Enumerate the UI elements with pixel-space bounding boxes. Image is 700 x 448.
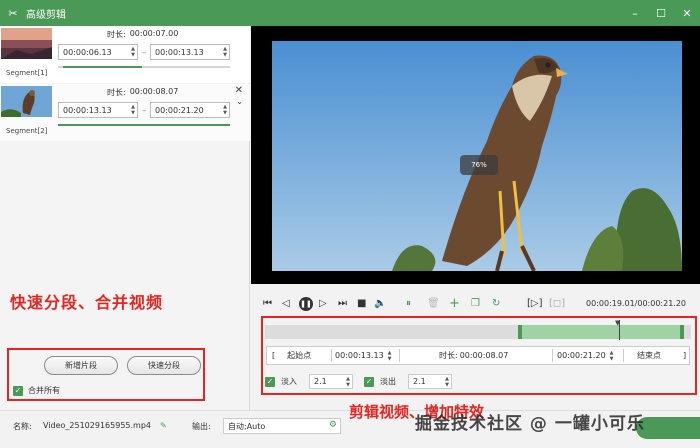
crop-icon[interactable]: [◻] xyxy=(549,297,565,311)
range-dash: – xyxy=(142,106,147,116)
segment-thumbnail xyxy=(1,28,52,59)
video-preview[interactable]: 76% xyxy=(251,26,700,284)
zoom-indicator: 76% xyxy=(460,155,498,175)
step-back-icon[interactable]: ◁ xyxy=(282,297,290,311)
fade-in-label: 淡入 xyxy=(281,377,297,386)
segment-label: Segment[2] xyxy=(6,127,48,135)
segment-item[interactable]: Segment[2] 时长: 00:00:08.07 00:00:13.13 ▲ ▼ … xyxy=(0,84,250,141)
segment-end-time[interactable]: 00:00:13.13 ▲ ▼ xyxy=(150,44,230,60)
output-label: 输出: xyxy=(192,422,211,431)
window-controls: – ☐ ✕ xyxy=(628,0,694,26)
fade-in-input[interactable]: 2.1 ▲ ▼ xyxy=(309,374,353,389)
annotation-text: 快速分段、合并视频 xyxy=(10,293,164,312)
chevron-down-icon[interactable]: ⌄ xyxy=(236,97,243,106)
fade-in-checkbox[interactable]: ✓ xyxy=(265,376,275,387)
range-dash: – xyxy=(142,48,147,58)
fade-in-control[interactable]: ✓ 淡入 2.1 ▲ ▼ xyxy=(265,374,353,389)
segment-duration: 时长: 00:00:08.07 xyxy=(107,87,179,97)
export-button[interactable] xyxy=(636,417,700,439)
scissors-icon: ✂ xyxy=(8,6,18,20)
maximize-button[interactable]: ☐ xyxy=(654,7,668,20)
merge-all-checkbox[interactable]: ✓ xyxy=(13,385,23,396)
file-name: Video_251029165955.mp4 xyxy=(43,421,151,430)
segment-start-time[interactable]: 00:00:13.13 ▲ ▼ xyxy=(58,102,138,118)
start-point-button[interactable]: [起始点 xyxy=(272,347,311,364)
gear-icon[interactable]: ⚙ xyxy=(329,420,337,430)
step-forward-icon[interactable]: ▷ xyxy=(319,297,327,311)
add-icon[interactable]: + xyxy=(449,297,460,311)
merge-all-option[interactable]: ✓ 合并所有 xyxy=(13,385,60,396)
segment-item[interactable]: Segment[1] 时长: 00:00:07.00 00:00:06.13 ▲ ▼ … xyxy=(0,26,250,83)
close-icon[interactable]: ✕ xyxy=(235,85,243,96)
trim-selection[interactable] xyxy=(518,325,684,339)
title-bar: ✂ 高级剪辑 – ☐ ✕ xyxy=(0,0,700,26)
duration-display: 时长: 00:00:08.07 xyxy=(439,351,509,360)
segment-label: Segment[1] xyxy=(6,69,48,77)
copy-icon[interactable]: ❐ xyxy=(471,297,480,311)
segment-duration: 时长: 00:00:07.00 xyxy=(107,29,179,39)
skip-to-end-icon[interactable]: ⏭ xyxy=(338,297,347,311)
trash-icon[interactable]: 🗑 xyxy=(427,297,440,311)
segment-range-bar xyxy=(58,66,230,68)
fit-icon[interactable]: [▷] xyxy=(527,297,543,311)
end-point-button[interactable]: 结束点] xyxy=(637,347,686,364)
fade-out-input[interactable]: 2.1 ▲ ▼ xyxy=(408,374,452,389)
fade-out-label: 淡出 xyxy=(380,377,396,386)
output-path-field[interactable]: 自动;Auto ⚙ xyxy=(223,418,341,434)
segment-end-time[interactable]: 00:00:21.20 ▲ ▼ xyxy=(150,102,230,118)
split-icon[interactable]: ⏸ xyxy=(406,297,411,311)
fade-out-control[interactable]: ✓ 淡出 2.1 ▲ ▼ xyxy=(364,374,452,389)
playhead-marker-icon[interactable]: ▼ xyxy=(615,320,620,327)
skip-to-start-icon[interactable]: ⏮ xyxy=(263,297,272,311)
volume-icon[interactable]: 🔈 xyxy=(374,297,386,311)
reset-icon[interactable]: ↻ xyxy=(492,297,500,311)
range-editor: [起始点 00:00:13.13 ▲ ▼ 时长: 00:00:08.07 00:00:… xyxy=(266,346,690,365)
close-button[interactable]: ✕ xyxy=(680,7,694,20)
fade-out-checkbox[interactable]: ✓ xyxy=(364,376,374,387)
watermark-text: 掘金技术社区 @ 一罐小可乐 xyxy=(415,414,645,434)
pause-icon[interactable]: ❚❚ xyxy=(299,297,313,311)
minimize-button[interactable]: – xyxy=(628,7,642,20)
segment-start-time[interactable]: 00:00:06.13 ▲ ▼ xyxy=(58,44,138,60)
segment-thumbnail xyxy=(1,86,52,117)
trim-timeline[interactable] xyxy=(265,325,691,339)
quick-split-button[interactable]: 快速分段 xyxy=(127,356,201,375)
new-segment-button[interactable]: 新增片段 xyxy=(44,356,118,375)
name-label: 名称: xyxy=(13,422,32,431)
end-time-field[interactable]: 00:00:21.20 ▲ ▼ xyxy=(557,347,614,364)
window-title: 高级剪辑 xyxy=(26,9,66,21)
playback-time: 00:00:19.01/00:00:21.20 xyxy=(586,299,686,308)
start-time-field[interactable]: 00:00:13.13 ▲ ▼ xyxy=(335,347,392,364)
stop-icon[interactable]: ■ xyxy=(357,297,366,311)
playback-toolbar: ⏮ ◁ ❚❚ ▷ ⏭ ■ 🔈 ⏸ 🗑 + ❐ ↻ [▷] [◻] 00:00:1… xyxy=(251,294,700,314)
merge-all-label: 合并所有 xyxy=(28,386,60,395)
edit-name-icon[interactable]: ✎ xyxy=(160,421,167,430)
segment-range-bar xyxy=(58,124,230,126)
